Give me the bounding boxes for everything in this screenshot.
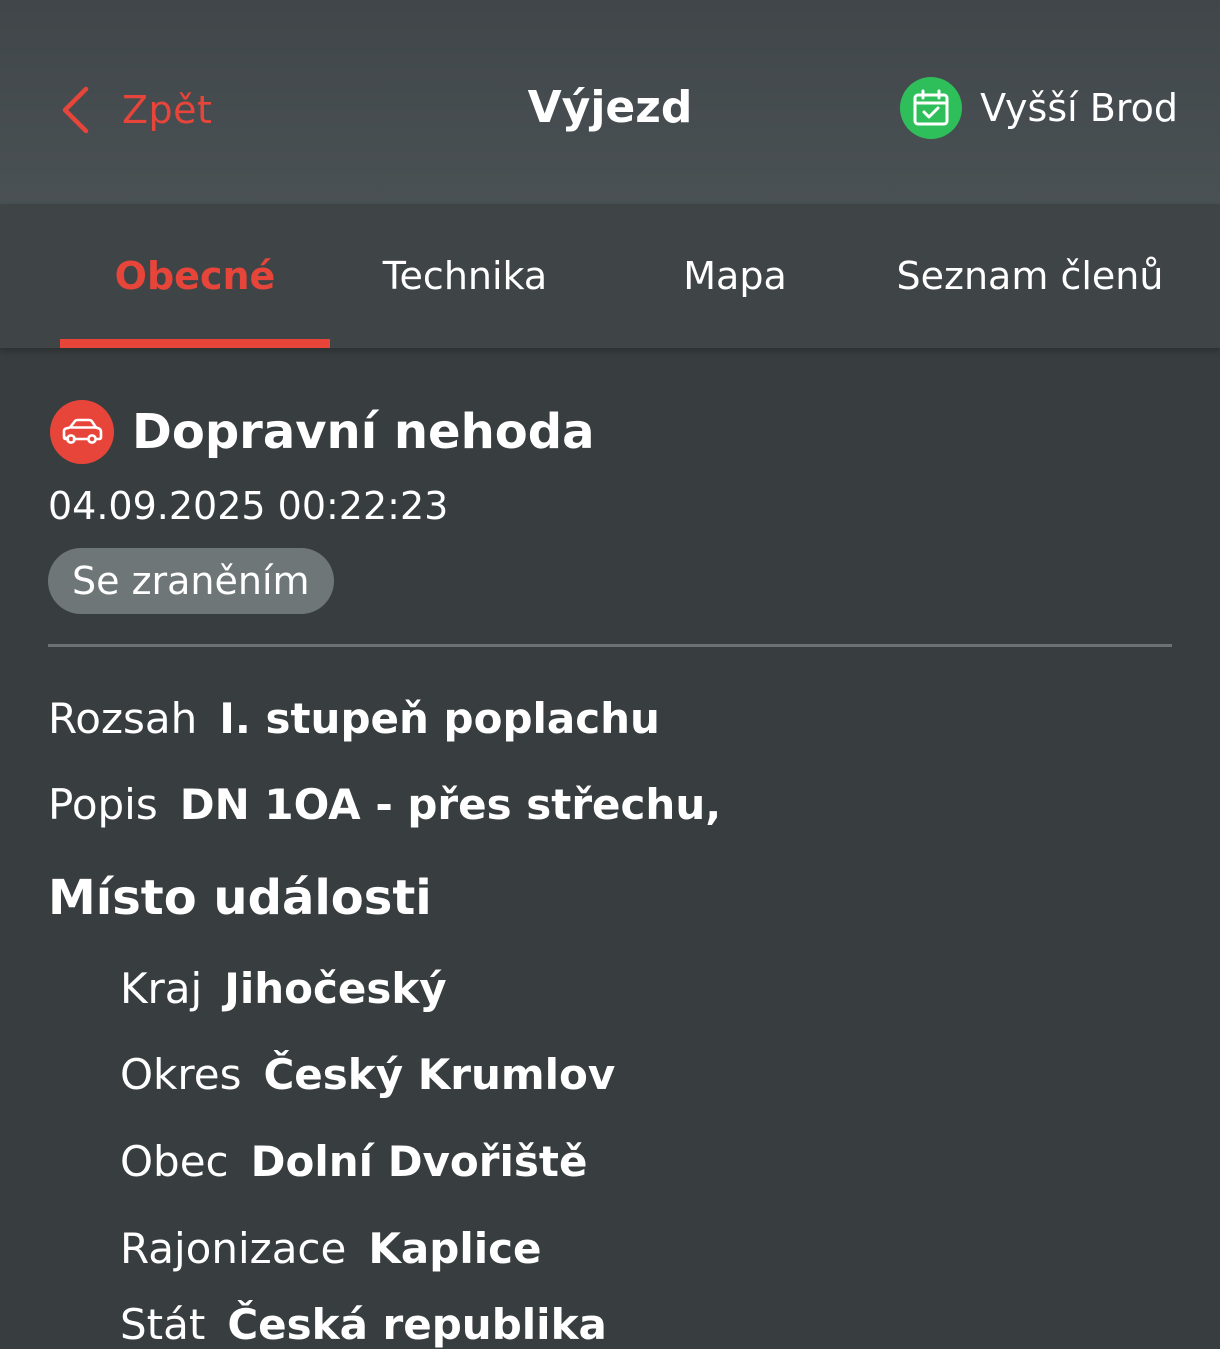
top-app-bar: Zpět Výjezd Vyšší Brod [0,0,1220,204]
location-obec: Obec Dolní Dvořiště [120,1137,587,1186]
divider [48,644,1172,647]
location-okres-label: Okres [120,1050,242,1099]
location-obec-value: Dolní Dvořiště [250,1137,588,1186]
location-stat-label: Stát [120,1300,206,1349]
location-rajonizace-value: Kaplice [368,1224,542,1273]
detail-popis: Popis DN 1OA - přes střechu, [48,780,721,829]
tab-mapa[interactable]: Mapa [600,204,870,348]
tab-seznam-clenu[interactable]: Seznam členů [870,204,1190,348]
location-kraj: Kraj Jihočeský [120,964,447,1013]
calendar-check-icon [900,77,963,139]
detail-popis-value: DN 1OA - přes střechu, [179,780,722,829]
incident-header: Dopravní nehoda [50,400,595,464]
tab-obecne[interactable]: Obecné [60,204,330,348]
location-obec-label: Obec [120,1137,229,1186]
detail-popis-label: Popis [48,780,158,829]
station-selector[interactable]: Vyšší Brod [900,76,1178,140]
detail-rozsah-label: Rozsah [48,694,198,743]
location-kraj-value: Jihočeský [224,964,447,1013]
tab-technika[interactable]: Technika [330,204,600,348]
location-rajonizace-label: Rajonizace [120,1224,347,1273]
location-okres: Okres Český Krumlov [120,1050,615,1099]
location-stat-value: Česká republika [227,1300,607,1349]
incident-datetime: 04.09.2025 00:22:23 [48,484,449,528]
status-badge: Se zraněním [48,548,334,614]
active-tab-indicator [60,339,330,348]
location-rajonizace: Rajonizace Kaplice [120,1224,542,1273]
tab-bar: Obecné Technika Mapa Seznam členů [0,204,1220,348]
detail-rozsah: Rozsah I. stupeň poplachu [48,694,660,743]
detail-rozsah-value: I. stupeň poplachu [219,694,660,743]
section-title-misto-udalosti: Místo události [48,870,432,926]
station-name: Vyšší Brod [980,86,1178,130]
location-stat: Stát Česká republika [120,1300,607,1349]
car-icon [50,400,114,464]
incident-title: Dopravní nehoda [132,404,595,460]
location-kraj-label: Kraj [120,964,203,1013]
location-okres-value: Český Krumlov [263,1050,616,1099]
